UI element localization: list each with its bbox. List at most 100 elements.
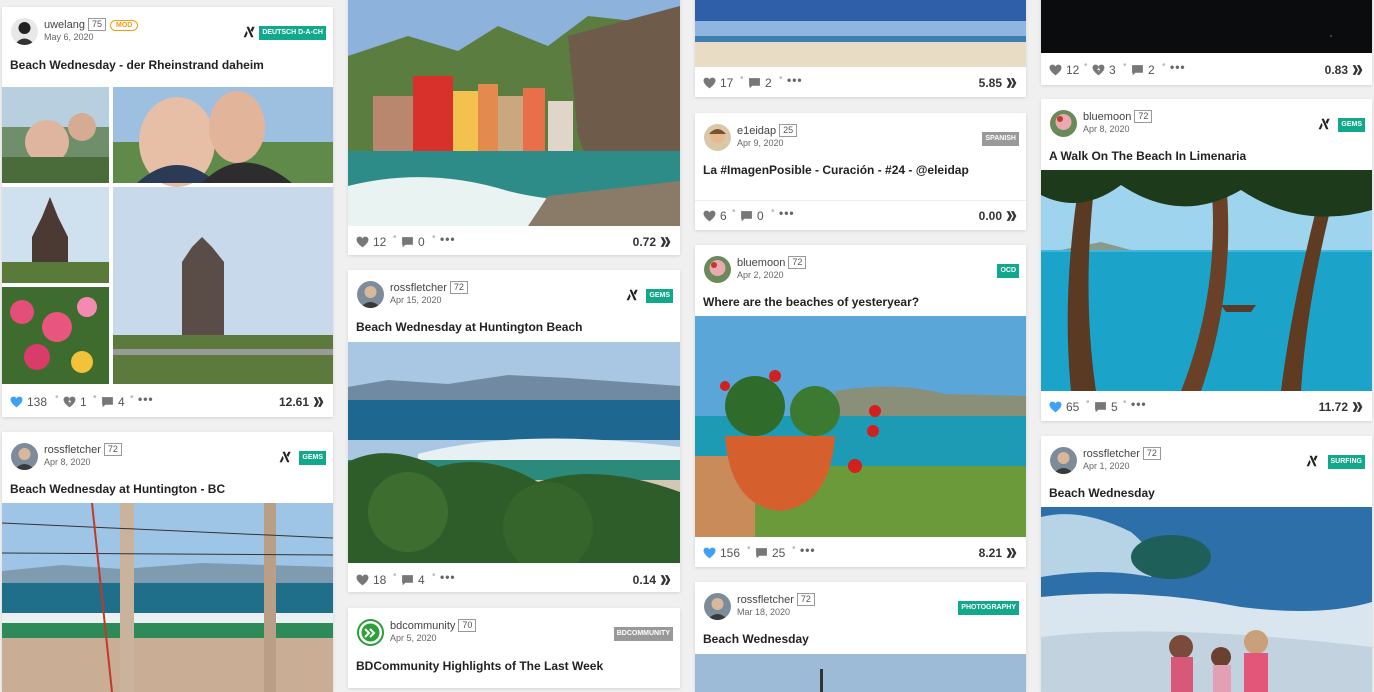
community-tag[interactable]: GEMS — [1338, 118, 1365, 132]
author-name[interactable]: bluemoon — [1083, 111, 1131, 123]
comments-button[interactable]: 0 — [401, 235, 425, 249]
post-title[interactable]: BDCommunity Highlights of The Last Week — [356, 659, 603, 673]
post-date[interactable]: Apr 8, 2020 — [44, 457, 91, 467]
post-title[interactable]: Where are the beaches of yesteryear? — [703, 295, 919, 309]
post-title[interactable]: Beach Wednesday — [1049, 486, 1155, 500]
more-icon[interactable]: ••• — [138, 392, 154, 406]
payout[interactable]: 11.72 — [1319, 400, 1364, 414]
avatar[interactable] — [704, 256, 731, 283]
post-card[interactable]: 12 • 0 • ••• 0.72 — [348, 0, 680, 255]
post-image[interactable] — [695, 654, 1026, 692]
upvote-button[interactable]: 12 — [1049, 63, 1079, 77]
post-card[interactable]: rossfletcher 72 Mar 18, 2020 PHOTOGRAPHY … — [695, 582, 1026, 692]
author-name[interactable]: uwelang — [44, 19, 85, 31]
comments-button[interactable]: 2 — [1131, 63, 1155, 77]
post-title[interactable]: Beach Wednesday at Huntington - BC — [10, 482, 225, 496]
post-date[interactable]: Apr 9, 2020 — [737, 138, 784, 148]
post-date[interactable]: Apr 1, 2020 — [1083, 461, 1130, 471]
post-image[interactable] — [695, 0, 1026, 67]
post-title[interactable]: Beach Wednesday — [703, 632, 809, 646]
comments-button[interactable]: 25 — [755, 546, 785, 560]
comments-button[interactable]: 4 — [401, 573, 425, 587]
post-title[interactable]: La #ImagenPosible - Curación - #24 - @el… — [703, 163, 969, 177]
post-card[interactable]: e1eidap 25 Apr 9, 2020 SPANISH La #Imagen… — [695, 113, 1026, 230]
payout[interactable]: 0.00 — [979, 209, 1018, 223]
post-image[interactable] — [1041, 0, 1372, 53]
upvote-button[interactable]: 65 — [1049, 400, 1079, 414]
post-image[interactable] — [1041, 507, 1372, 692]
community-tag[interactable]: BDCOMMUNITY — [613, 627, 673, 641]
post-card[interactable]: bluemoon 72 Apr 2, 2020 OCD Where are the… — [695, 245, 1026, 567]
post-image[interactable] — [2, 87, 333, 384]
avatar[interactable] — [704, 593, 731, 620]
community-tag[interactable]: OCD — [997, 264, 1019, 278]
upvote-button[interactable]: 12 — [356, 235, 386, 249]
more-icon[interactable]: ••• — [787, 73, 803, 87]
post-image[interactable] — [348, 0, 680, 226]
payout[interactable]: 12.61 — [279, 395, 325, 409]
post-title[interactable]: A Walk On The Beach In Limenaria — [1049, 149, 1246, 163]
avatar[interactable] — [1050, 110, 1077, 137]
payout[interactable]: 0.14 — [633, 573, 672, 587]
author-name[interactable]: rossfletcher — [390, 282, 447, 294]
avatar[interactable] — [357, 281, 384, 308]
avatar[interactable] — [357, 619, 384, 646]
post-title[interactable]: Beach Wednesday at Huntington Beach — [356, 320, 582, 334]
post-card[interactable]: rossfletcher 72 Apr 8, 2020 GEMS Beach We… — [2, 432, 333, 692]
avatar[interactable] — [11, 443, 38, 470]
community-tag[interactable]: PHOTOGRAPHY — [958, 601, 1019, 615]
comments-button[interactable]: 5 — [1094, 400, 1118, 414]
community-tag[interactable]: DEUTSCH D-A-CH — [259, 26, 326, 40]
upvote-button[interactable]: 156 — [703, 546, 740, 560]
comments-button[interactable]: 4 — [101, 395, 125, 409]
post-date[interactable]: Apr 2, 2020 — [737, 270, 784, 280]
downvote-button[interactable]: 3 — [1092, 63, 1116, 77]
post-card[interactable]: rossfletcher 72 Apr 15, 2020 GEMS Beach W… — [348, 270, 680, 592]
more-icon[interactable]: ••• — [1131, 397, 1147, 411]
post-card[interactable]: 17 • 2 • ••• 5.85 — [695, 0, 1026, 97]
more-icon[interactable]: ••• — [779, 206, 795, 220]
post-card[interactable]: bluemoon 72 Apr 8, 2020 GEMS A Walk On Th… — [1041, 99, 1372, 421]
payout[interactable]: 0.72 — [633, 235, 672, 249]
author-name[interactable]: e1eidap — [737, 125, 776, 137]
avatar[interactable] — [1050, 447, 1077, 474]
comments-button[interactable]: 2 — [748, 76, 772, 90]
post-card[interactable]: bdcommunity 70 Apr 5, 2020 BDCOMMUNITY BD… — [348, 608, 680, 688]
post-card[interactable]: uwelang 75 MOD May 6, 2020 DEUTSCH D-A-CH … — [2, 7, 333, 417]
payout[interactable]: 0.83 — [1325, 63, 1364, 77]
post-title[interactable]: Beach Wednesday - der Rheinstrand daheim — [10, 58, 264, 72]
author-name[interactable]: rossfletcher — [1083, 448, 1140, 460]
upvote-button[interactable]: 17 — [703, 76, 733, 90]
post-date[interactable]: Mar 18, 2020 — [737, 607, 790, 617]
avatar[interactable] — [11, 18, 38, 45]
more-icon[interactable]: ••• — [440, 570, 456, 584]
community-tag[interactable]: SURFING — [1327, 455, 1365, 469]
post-date[interactable]: Apr 5, 2020 — [390, 633, 437, 643]
post-image[interactable] — [348, 342, 680, 563]
post-image[interactable] — [2, 503, 333, 692]
post-card[interactable]: rossfletcher 72 Apr 1, 2020 SURFING Beach… — [1041, 436, 1372, 692]
post-date[interactable]: Apr 8, 2020 — [1083, 124, 1130, 134]
downvote-button[interactable]: 1 — [63, 395, 87, 409]
post-date[interactable]: May 6, 2020 — [44, 32, 94, 42]
post-image[interactable] — [695, 316, 1026, 537]
upvote-button[interactable]: 6 — [703, 209, 727, 223]
community-tag[interactable]: GEMS — [646, 289, 673, 303]
community-tag[interactable]: GEMS — [299, 451, 326, 465]
comments-button[interactable]: 0 — [740, 209, 764, 223]
author-name[interactable]: bluemoon — [737, 257, 785, 269]
payout[interactable]: 8.21 — [979, 546, 1018, 560]
avatar[interactable] — [704, 124, 731, 151]
author-name[interactable]: rossfletcher — [44, 444, 101, 456]
author-name[interactable]: rossfletcher — [737, 594, 794, 606]
more-icon[interactable]: ••• — [1170, 60, 1186, 74]
upvote-button[interactable]: 18 — [356, 573, 386, 587]
more-icon[interactable]: ••• — [440, 232, 456, 246]
more-icon[interactable]: ••• — [800, 543, 816, 557]
payout[interactable]: 5.85 — [979, 76, 1018, 90]
post-image[interactable] — [1041, 170, 1372, 391]
community-tag[interactable]: SPANISH — [982, 132, 1019, 146]
post-date[interactable]: Apr 15, 2020 — [390, 295, 442, 305]
author-name[interactable]: bdcommunity — [390, 620, 455, 632]
upvote-button[interactable]: 138 — [10, 395, 47, 409]
